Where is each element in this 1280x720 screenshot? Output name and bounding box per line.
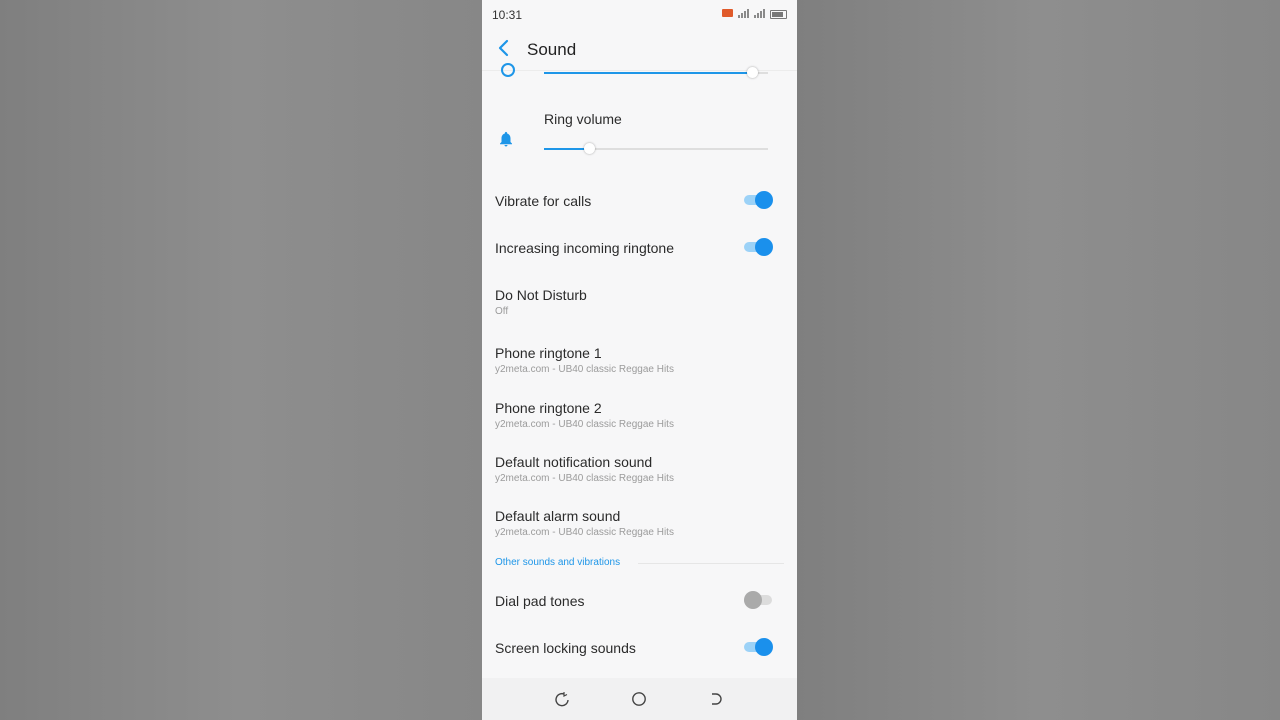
setting-phone-ringtone-2[interactable]: Phone ringtone 2 y2meta.com - UB40 class… bbox=[482, 392, 797, 440]
setting-label: Phone ringtone 2 bbox=[495, 400, 602, 416]
battery-icon bbox=[770, 10, 787, 19]
chevron-left-icon[interactable] bbox=[492, 36, 516, 60]
vibrate-toggle[interactable] bbox=[744, 190, 774, 210]
setting-subtitle: y2meta.com - UB40 classic Reggae Hits bbox=[495, 473, 674, 484]
dial-pad-tones-toggle[interactable] bbox=[744, 590, 774, 610]
navigation-bar bbox=[482, 678, 797, 720]
setting-increasing-ringtone[interactable]: Increasing incoming ringtone bbox=[482, 224, 797, 270]
screen-locking-toggle[interactable] bbox=[744, 637, 774, 657]
increasing-ringtone-toggle[interactable] bbox=[744, 237, 774, 257]
status-time: 10:31 bbox=[492, 8, 523, 22]
setting-label: Vibrate for calls bbox=[495, 193, 592, 209]
setting-vibrate-for-calls[interactable]: Vibrate for calls bbox=[482, 177, 797, 223]
setting-subtitle: y2meta.com - UB40 classic Reggae Hits bbox=[495, 364, 674, 375]
status-bar: 10:31 bbox=[482, 0, 797, 28]
section-header: Other sounds and vibrations bbox=[495, 557, 621, 568]
page-title: Sound bbox=[527, 40, 577, 59]
setting-label: Dial pad tones bbox=[495, 593, 585, 609]
media-volume-slider[interactable] bbox=[544, 67, 768, 78]
setting-subtitle: y2meta.com - UB40 classic Reggae Hits bbox=[495, 527, 674, 538]
setting-dial-pad-tones[interactable]: Dial pad tones bbox=[482, 577, 797, 623]
setting-label: Default notification sound bbox=[495, 454, 653, 470]
setting-phone-ringtone-1[interactable]: Phone ringtone 1 y2meta.com - UB40 class… bbox=[482, 337, 797, 385]
setting-subtitle: y2meta.com - UB40 classic Reggae Hits bbox=[495, 419, 674, 430]
settings-list: Ring volume Vibrate for calls Increasing… bbox=[482, 63, 797, 677]
setting-default-notification-sound[interactable]: Default notification sound y2meta.com - … bbox=[482, 446, 797, 494]
setting-label: Increasing incoming ringtone bbox=[495, 240, 674, 256]
setting-screen-locking-sounds[interactable]: Screen locking sounds bbox=[482, 624, 797, 670]
ring-volume-slider[interactable] bbox=[544, 143, 768, 154]
ring-volume-label: Ring volume bbox=[544, 111, 622, 127]
media-volume-fill bbox=[544, 72, 753, 74]
phone-screen: 10:31 Sound Ring volume Vibrate for call… bbox=[482, 0, 797, 720]
setting-label: Do Not Disturb bbox=[495, 287, 587, 303]
setting-subtitle: Off bbox=[495, 306, 509, 317]
background-left bbox=[0, 0, 482, 720]
setting-default-alarm-sound[interactable]: Default alarm sound y2meta.com - UB40 cl… bbox=[482, 500, 797, 548]
signal-icon bbox=[754, 9, 768, 18]
bell-icon bbox=[497, 130, 515, 148]
setting-label: Default alarm sound bbox=[495, 508, 621, 524]
setting-label: Phone ringtone 1 bbox=[495, 345, 602, 361]
section-divider bbox=[638, 563, 784, 564]
ring-volume-fill bbox=[544, 148, 589, 150]
background-right bbox=[797, 0, 1280, 720]
ring-volume-thumb[interactable] bbox=[583, 143, 595, 154]
message-icon bbox=[722, 9, 733, 17]
back-nav-icon[interactable] bbox=[708, 691, 724, 707]
app-header: Sound bbox=[482, 28, 797, 71]
recent-apps-icon[interactable] bbox=[554, 691, 570, 707]
setting-label: Screen locking sounds bbox=[495, 640, 636, 656]
signal-icon bbox=[738, 9, 752, 18]
setting-do-not-disturb[interactable]: Do Not Disturb Off bbox=[482, 279, 797, 325]
home-icon[interactable] bbox=[631, 691, 647, 707]
media-volume-thumb[interactable] bbox=[747, 67, 759, 78]
media-volume-icon bbox=[501, 63, 515, 77]
